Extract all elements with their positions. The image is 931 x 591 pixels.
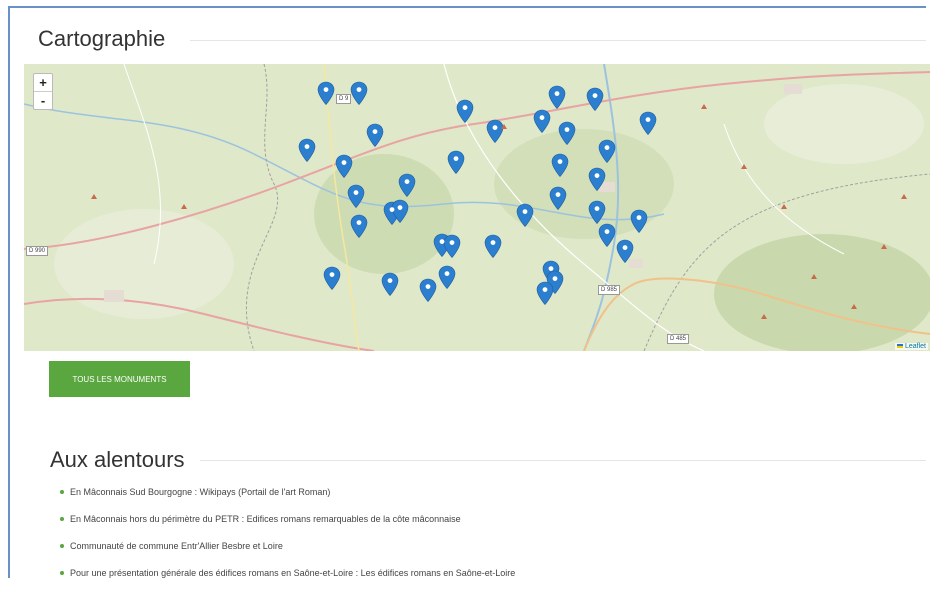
bullet-icon — [60, 490, 64, 494]
list-item: Communauté de commune Entr'Allier Besbre… — [60, 537, 515, 564]
road-label: D 485 — [667, 334, 690, 344]
link-wikipays[interactable]: En Mâconnais Sud Bourgogne : Wikipays (P… — [70, 487, 330, 497]
list-item: En Mâconnais Sud Bourgogne : Wikipays (P… — [60, 483, 515, 510]
road-label: D 9 — [336, 94, 352, 104]
section-divider — [190, 40, 926, 41]
road-label: D 985 — [598, 285, 621, 295]
bullet-icon — [60, 517, 64, 521]
map-tiles — [24, 64, 930, 351]
list-item: Pour une présentation générale des édifi… — [60, 564, 515, 591]
section-title-map: Cartographie — [38, 26, 176, 52]
zoom-out-button[interactable]: - — [34, 91, 52, 109]
zoom-control: + - — [33, 73, 53, 110]
attribution-link[interactable]: Leaflet — [905, 343, 926, 350]
links-list: En Mâconnais Sud Bourgogne : Wikipays (P… — [60, 483, 515, 591]
link-communaute-commune[interactable]: Communauté de commune Entr'Allier Besbre… — [70, 541, 283, 551]
section-title-around: Aux alentours — [50, 447, 195, 473]
flag-icon — [897, 344, 904, 349]
map-attribution[interactable]: Leaflet — [895, 343, 928, 350]
all-monuments-button[interactable]: Tous les monuments — [49, 361, 190, 397]
zoom-in-button[interactable]: + — [34, 74, 52, 91]
link-saone-et-loire[interactable]: Pour une présentation générale des édifi… — [70, 568, 515, 578]
bullet-icon — [60, 544, 64, 548]
bullet-icon — [60, 571, 64, 575]
road-label: D 990 — [26, 246, 49, 256]
list-item: En Mâconnais hors du périmètre du PETR :… — [60, 510, 515, 537]
section-divider — [200, 460, 926, 461]
link-cote-maconnaise[interactable]: En Mâconnais hors du périmètre du PETR :… — [70, 514, 461, 524]
map-view[interactable]: + - D 9 D 990 D 985 D 485 Leaflet — [24, 64, 930, 351]
